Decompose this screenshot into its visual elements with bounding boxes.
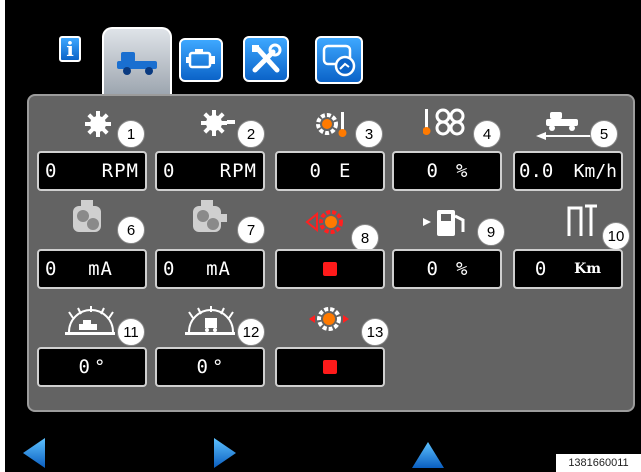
value-text: 0.0 bbox=[519, 160, 554, 182]
display-screen: i 1 0 RPM 2 0 RPM 3 0 E 4 0 % 5 0.0 Km/h… bbox=[5, 0, 641, 472]
gear-temperature-icon bbox=[313, 108, 353, 145]
unit-text: Km bbox=[574, 261, 602, 277]
gear-warning-status bbox=[275, 249, 385, 289]
status-off-indicator bbox=[323, 360, 337, 374]
rpm-2-value: 0 RPM bbox=[155, 151, 265, 191]
value-text: 0 bbox=[534, 258, 547, 280]
engine-icon bbox=[186, 49, 215, 69]
item-number-badge: 7 bbox=[237, 216, 265, 244]
value-text: 0 bbox=[163, 160, 176, 182]
rpm-gear-alt-icon bbox=[197, 108, 237, 143]
fuel-level-icon bbox=[421, 206, 471, 243]
temperature-value: 0E bbox=[275, 151, 385, 191]
vehicle-icon bbox=[117, 52, 157, 75]
value-text: 0 bbox=[426, 258, 438, 280]
item-number-badge: 6 bbox=[117, 216, 145, 244]
item-number-badge: 10 bbox=[602, 222, 630, 250]
up-arrow-icon[interactable] bbox=[410, 440, 446, 470]
inclination-1-value: 0 ° bbox=[37, 347, 147, 387]
item-number-badge: 2 bbox=[237, 120, 265, 148]
vehicle-speed-icon bbox=[534, 110, 594, 145]
unit-text: Km/h bbox=[573, 160, 617, 182]
inclination-alt-icon bbox=[183, 304, 239, 341]
current-1-value: 0 mA bbox=[37, 249, 147, 289]
image-code: 1381660011 bbox=[556, 454, 641, 472]
data-panel: 1 0 RPM 2 0 RPM 3 0E 4 0% 5 0.0 Km/h 6 0… bbox=[27, 94, 635, 412]
unit-text: mA bbox=[88, 258, 113, 280]
left-arrow-icon[interactable] bbox=[21, 436, 47, 470]
unit-text: RPM bbox=[219, 160, 257, 182]
fan-temperature-icon bbox=[422, 106, 467, 143]
value-text: 0 bbox=[309, 160, 321, 182]
right-arrow-icon[interactable] bbox=[212, 436, 238, 470]
rpm-gear-icon bbox=[81, 110, 115, 143]
item-number-badge: 11 bbox=[117, 318, 145, 346]
value-text: 0 bbox=[426, 160, 438, 182]
item-number-badge: 13 bbox=[361, 318, 389, 346]
lift-height-icon bbox=[565, 202, 599, 243]
item-number-badge: 1 bbox=[117, 120, 145, 148]
unit-text: E bbox=[339, 160, 351, 182]
gear-indicator-status bbox=[275, 347, 385, 387]
pump-alt-icon bbox=[189, 200, 229, 243]
status-off-indicator bbox=[323, 262, 337, 276]
gear-indicator-icon bbox=[307, 304, 351, 339]
item-number-badge: 12 bbox=[237, 318, 265, 346]
item-number-badge: 9 bbox=[477, 218, 505, 246]
info-icon: i bbox=[66, 37, 74, 61]
value-text: 0 bbox=[196, 356, 208, 378]
inclination-icon bbox=[63, 304, 119, 341]
tools-icon bbox=[252, 43, 282, 73]
item-number-badge: 5 bbox=[590, 120, 618, 148]
value-text: 0 bbox=[45, 258, 58, 280]
unit-text: % bbox=[456, 258, 468, 280]
unit-text: ° bbox=[94, 356, 106, 378]
tab-info[interactable]: i bbox=[59, 36, 81, 62]
tab-engine[interactable] bbox=[179, 38, 223, 82]
tab-tools[interactable] bbox=[243, 36, 289, 82]
item-number-badge: 4 bbox=[473, 120, 501, 148]
lift-height-value: 0 Km bbox=[513, 249, 623, 289]
fan-value: 0% bbox=[392, 151, 502, 191]
value-text: 0 bbox=[163, 258, 176, 280]
unit-text: mA bbox=[206, 258, 231, 280]
item-number-badge: 8 bbox=[351, 224, 379, 252]
item-number-badge: 3 bbox=[355, 120, 383, 148]
unit-text: % bbox=[456, 160, 468, 182]
unit-text: RPM bbox=[101, 160, 139, 182]
current-2-value: 0 mA bbox=[155, 249, 265, 289]
inclination-2-value: 0 ° bbox=[155, 347, 265, 387]
fuel-value: 0% bbox=[392, 249, 502, 289]
pump-icon bbox=[69, 200, 109, 243]
unit-text: ° bbox=[212, 356, 224, 378]
tab-gauge-settings[interactable] bbox=[315, 36, 363, 84]
gauge-settings-icon bbox=[322, 44, 356, 77]
tab-vehicle[interactable] bbox=[102, 27, 172, 97]
speed-value: 0.0 Km/h bbox=[513, 151, 623, 191]
value-text: 0 bbox=[78, 356, 90, 378]
gear-warning-icon bbox=[303, 206, 351, 243]
value-text: 0 bbox=[45, 160, 58, 182]
rpm-1-value: 0 RPM bbox=[37, 151, 147, 191]
